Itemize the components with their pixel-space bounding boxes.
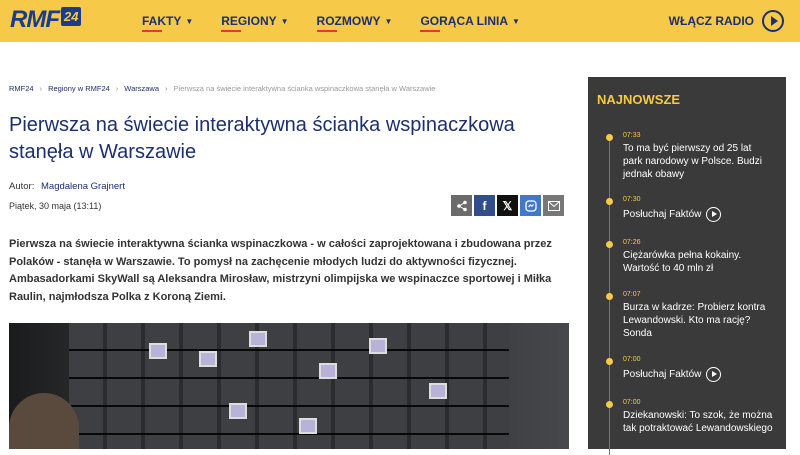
nav-item-goraca-linia[interactable]: GORĄCA LINIA ▼ (420, 0, 520, 42)
news-time: 07:30 (623, 196, 641, 203)
article-author: Autor: Magdalena Grajnert (9, 181, 125, 192)
top-navigation-bar: RMF 24 FAKTY ▼ REGIONY ▼ ROZMOWY ▼ GORĄC… (0, 0, 800, 42)
article-lead: Pierwsza na świecie interaktywna ścianka… (9, 238, 552, 303)
share-buttons: f 𝕏 (449, 195, 564, 216)
timeline-dot (606, 293, 613, 300)
share-icon[interactable] (451, 195, 472, 216)
breadcrumb-current: Pierwsza na świecie interaktywna ścianka… (173, 84, 436, 93)
timeline-dot (606, 401, 613, 408)
messenger-icon[interactable] (520, 195, 541, 216)
nav-underline (420, 30, 441, 32)
nav-underline (316, 30, 337, 32)
nav-label: REGIONY (221, 14, 277, 28)
article-date: Piątek, 30 maja (13:11) (9, 201, 102, 211)
news-headline: Posłuchaj Faktów (623, 209, 702, 221)
breadcrumb-separator: › (115, 84, 119, 93)
chevron-down-icon: ▼ (512, 16, 520, 26)
article-title: Pierwsza na świecie interaktywna ścianka… (9, 114, 515, 163)
breadcrumb-link-warszawa[interactable]: Warszawa (124, 84, 159, 93)
climbing-hold (249, 331, 267, 347)
news-headline-wrap: Posłuchaj Faktów (623, 207, 773, 222)
nav-underline (221, 30, 242, 32)
listen-radio-button[interactable]: WŁĄCZ RADIO (669, 7, 784, 35)
climbing-hold (149, 343, 167, 359)
nav-item-regiony[interactable]: REGIONY ▼ (221, 0, 289, 42)
breadcrumb-separator: › (39, 84, 43, 93)
chevron-down-icon: ▼ (185, 16, 194, 26)
radio-label: WŁĄCZ RADIO (668, 14, 754, 28)
news-time: 07:33 (623, 132, 641, 139)
climbing-hold (319, 363, 337, 379)
chevron-down-icon: ▼ (280, 16, 289, 26)
facebook-icon[interactable]: f (474, 195, 495, 216)
timeline-dot (606, 198, 613, 205)
nav-underline (142, 30, 162, 32)
play-icon (762, 10, 784, 32)
breadcrumb-link-regiony[interactable]: Regiony w RMF24 (48, 84, 110, 93)
play-icon[interactable] (706, 367, 722, 382)
news-headline: To ma być pierwszy od 25 lat park narodo… (623, 143, 762, 180)
latest-news-sidebar: NAJNOWSZE 07:33 To ma być pierwszy od 25… (588, 77, 786, 455)
news-headline: Burza w kadrze: Probierz kontra Lewandow… (623, 302, 766, 339)
climbing-hold (369, 338, 387, 354)
timeline-dot (606, 241, 613, 248)
news-headline: Posłuchaj Faktów (623, 369, 702, 381)
climbing-hold (229, 403, 247, 419)
logo-number: 24 (60, 6, 82, 26)
play-icon[interactable] (706, 207, 722, 222)
nav-label: GORĄCA LINIA (420, 14, 509, 28)
chevron-down-icon: ▼ (384, 16, 393, 26)
x-icon[interactable]: 𝕏 (497, 195, 518, 216)
nav-item-rozmowy[interactable]: ROZMOWY ▼ (316, 0, 393, 42)
news-headline: Ciężarówka pełna kokainy. Wartość to 40 … (623, 250, 742, 274)
breadcrumb-separator: › (165, 84, 168, 93)
news-time: 07:26 (623, 239, 641, 246)
author-name-link[interactable]: Magdalena Grajnert (41, 181, 125, 192)
nav-label: FAKTY (142, 14, 182, 28)
timeline-dot (606, 358, 613, 365)
news-time: 07:00 (623, 399, 641, 406)
timeline-dot (606, 134, 613, 141)
logo-text: RMF (10, 6, 60, 33)
rmf24-logo[interactable]: RMF 24 (10, 6, 82, 34)
article-photo[interactable] (9, 323, 569, 449)
news-headline-wrap: Posłuchaj Faktów (623, 367, 773, 382)
climbing-hold (299, 418, 317, 434)
news-time: 07:07 (623, 291, 641, 298)
news-time: 07:00 (623, 356, 641, 363)
climbing-hold (429, 383, 447, 399)
nav-label: ROZMOWY (316, 14, 381, 28)
nav-item-fakty[interactable]: FAKTY ▼ (142, 0, 193, 42)
main-nav: FAKTY ▼ REGIONY ▼ ROZMOWY ▼ GORĄCA LINIA… (142, 0, 548, 42)
climbing-hold (199, 351, 217, 367)
breadcrumb: RMF24 › Regiony w RMF24 › Warszawa › Pie… (9, 84, 435, 93)
news-headline: Dziekanowski: To szok, że można tak potr… (623, 410, 773, 434)
mail-icon[interactable] (543, 195, 564, 216)
breadcrumb-link-home[interactable]: RMF24 (9, 84, 34, 93)
sidebar-heading: NAJNOWSZE (597, 92, 681, 107)
author-label: Autor: (9, 181, 35, 192)
